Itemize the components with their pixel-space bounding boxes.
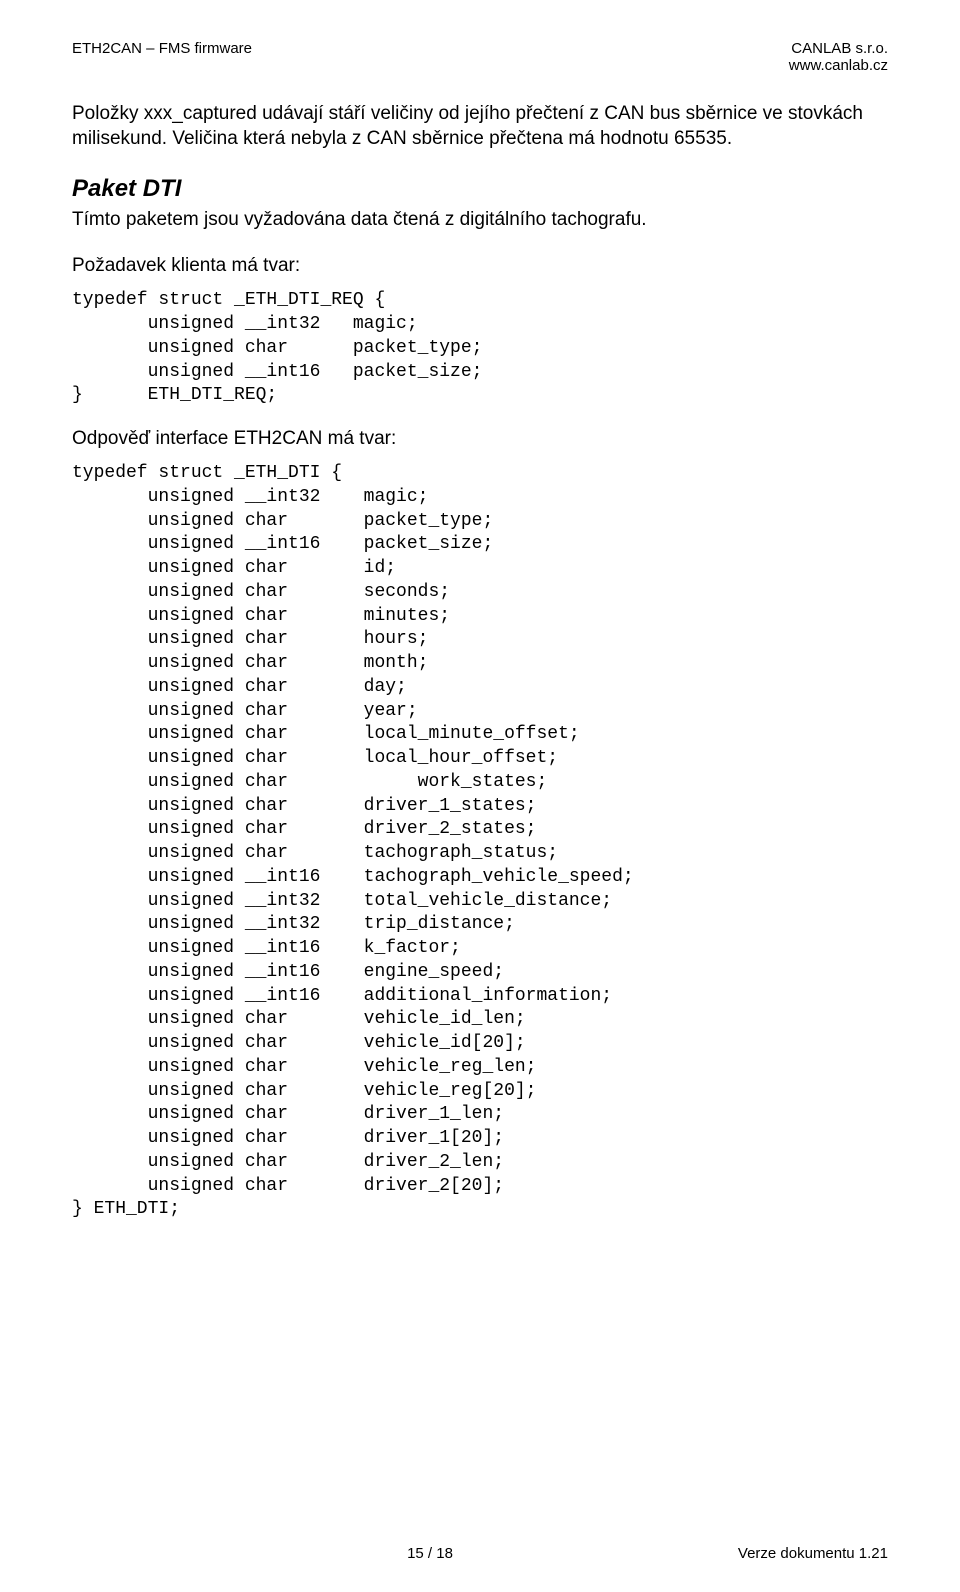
code-block-response: typedef struct _ETH_DTI { unsigned __int… xyxy=(72,462,888,1222)
header-right: CANLAB s.r.o. www.canlab.cz xyxy=(789,40,888,74)
code-block-request: typedef struct _ETH_DTI_REQ { unsigned _… xyxy=(72,289,888,408)
header-url: www.canlab.cz xyxy=(789,57,888,74)
page-footer: 15 / 18 Verze dokumentu 1.21 xyxy=(72,1545,888,1562)
page-header: ETH2CAN – FMS firmware CANLAB s.r.o. www… xyxy=(72,40,888,74)
intro-paragraph: Položky xxx_captured udávají stáří velič… xyxy=(72,102,888,151)
header-left: ETH2CAN – FMS firmware xyxy=(72,40,252,74)
footer-right: Verze dokumentu 1.21 xyxy=(638,1545,888,1562)
section-sub-dti: Tímto paketem jsou vyžadována data čtená… xyxy=(72,209,888,231)
header-company: CANLAB s.r.o. xyxy=(789,40,888,57)
footer-center: 15 / 18 xyxy=(222,1545,638,1562)
section-heading-dti: Paket DTI xyxy=(72,175,888,203)
response-label: Odpověď interface ETH2CAN má tvar: xyxy=(72,428,888,450)
request-label: Požadavek klienta má tvar: xyxy=(72,255,888,277)
page: ETH2CAN – FMS firmware CANLAB s.r.o. www… xyxy=(0,0,960,1592)
footer-left xyxy=(72,1545,222,1562)
